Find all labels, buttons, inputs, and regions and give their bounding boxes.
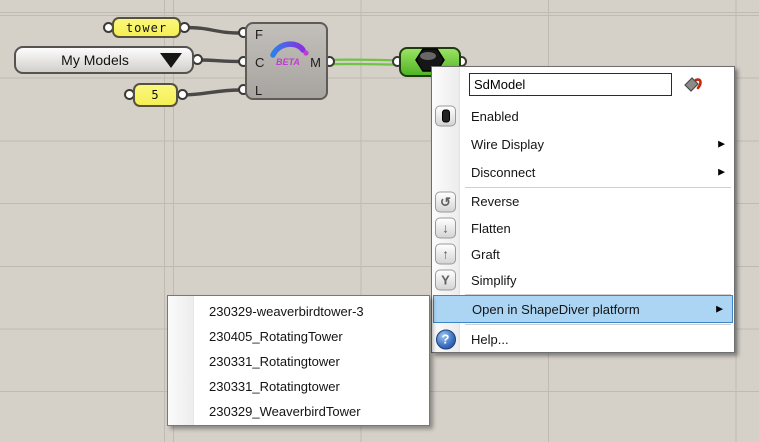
menu-item-label: Reverse: [471, 194, 519, 209]
input-label-c: C: [255, 55, 264, 70]
submenu-item-label: 230331_Rotatingtower: [209, 379, 340, 394]
menu-item-label: Enabled: [471, 109, 519, 124]
component-name-input[interactable]: [469, 73, 672, 96]
menu-item-label: Flatten: [471, 221, 511, 236]
enabled-toggle-icon: [435, 106, 456, 127]
wire-mymodels-to-c[interactable]: [198, 60, 241, 62]
submenu-arrow-icon: ▶: [718, 167, 725, 178]
shapediver-beta-cloud-icon: BETA: [269, 38, 311, 77]
submenu-arrow-icon: ▶: [718, 139, 725, 150]
submenu-item-model-3[interactable]: 230331_Rotatingtower: [168, 349, 429, 374]
input-label-l: L: [255, 83, 262, 98]
panel-number[interactable]: 5: [133, 83, 178, 107]
submenu-item-model-1[interactable]: 230329-weaverbirdtower-3: [168, 299, 429, 324]
value-list-label: My Models: [16, 52, 160, 68]
svg-text:BETA: BETA: [276, 57, 300, 67]
panel-number-text: 5: [151, 88, 159, 102]
menu-item-wire-display[interactable]: Wire Display ▶: [432, 130, 734, 158]
submenu-item-label: 230329-weaverbirdtower-3: [209, 304, 364, 319]
wire-m-to-node-b[interactable]: [331, 64, 396, 65]
menu-item-label: Open in ShapeDiver platform: [472, 302, 640, 317]
submenu-item-model-2[interactable]: 230405_RotatingTower: [168, 324, 429, 349]
number-panel-output-port[interactable]: [177, 89, 188, 100]
reverse-icon: ↺: [435, 191, 456, 212]
submenu-item-model-4[interactable]: 230331_Rotatingtower: [168, 374, 429, 399]
wire-m-to-node-a[interactable]: [331, 60, 396, 61]
grasshopper-canvas[interactable]: tower My Models 5 F C L M BETA: [0, 0, 759, 442]
menu-item-open-in-shapediver[interactable]: Open in ShapeDiver platform ▶: [433, 295, 733, 323]
submenu-arrow-icon: ▶: [716, 304, 723, 315]
submenu-item-label: 230405_RotatingTower: [209, 329, 343, 344]
graft-up-arrow-icon: ↑: [435, 244, 456, 265]
menu-item-help[interactable]: ? Help...: [432, 325, 734, 353]
shapediver-model-component[interactable]: F C L M BETA: [245, 22, 328, 100]
menu-item-label: Simplify: [471, 273, 517, 288]
menu-item-disconnect[interactable]: Disconnect ▶: [432, 158, 734, 186]
submenu-item-label: 230331_Rotatingtower: [209, 354, 340, 369]
input-label-f: F: [255, 27, 263, 42]
output-label-m: M: [310, 55, 321, 70]
menu-item-enabled[interactable]: Enabled: [432, 102, 734, 130]
help-question-icon: ?: [435, 329, 456, 350]
component-name-row: [432, 72, 734, 102]
wire-5-to-l[interactable]: [182, 90, 241, 95]
submenu-item-label: 230329_WeaverbirdTower: [209, 404, 361, 419]
panel-tower-text: tower: [126, 21, 167, 35]
dropdown-arrow-icon[interactable]: [160, 53, 182, 68]
submenu-item-model-5[interactable]: 230329_WeaverbirdTower: [168, 399, 429, 424]
flatten-down-arrow-icon: ↓: [435, 218, 456, 239]
value-list-my-models[interactable]: My Models: [14, 46, 194, 74]
menu-item-label: Wire Display: [471, 137, 544, 152]
menu-item-label: Disconnect: [471, 165, 535, 180]
panel-tower[interactable]: tower: [112, 17, 181, 38]
menu-item-simplify[interactable]: Y Simplify: [432, 267, 734, 293]
menu-item-label: Help...: [471, 332, 509, 347]
component-context-menu: Enabled Wire Display ▶ Disconnect ▶ ↺ Re…: [431, 66, 735, 353]
menu-item-reverse[interactable]: ↺ Reverse: [432, 188, 734, 215]
simplify-icon: Y: [435, 270, 456, 291]
menu-item-label: Graft: [471, 247, 500, 262]
menu-item-graft[interactable]: ↑ Graft: [432, 241, 734, 267]
shapediver-models-submenu: 230329-weaverbirdtower-3 230405_Rotating…: [167, 295, 430, 426]
wire-tower-to-f[interactable]: [185, 28, 241, 34]
menu-item-flatten[interactable]: ↓ Flatten: [432, 215, 734, 241]
paint-bucket-icon[interactable]: [682, 74, 704, 96]
